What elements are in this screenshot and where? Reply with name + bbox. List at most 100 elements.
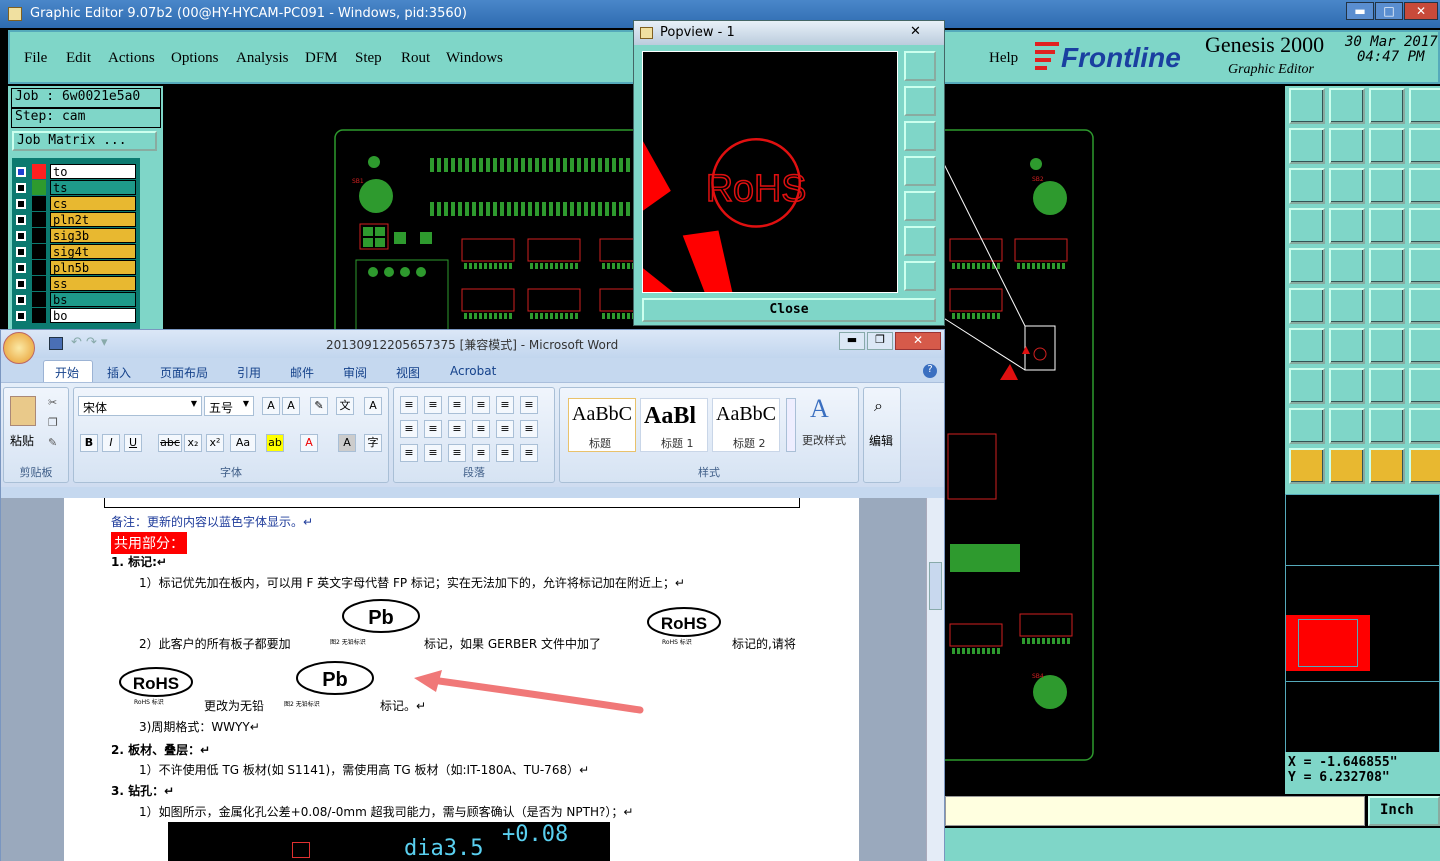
- char-border-button[interactable]: A: [364, 397, 382, 415]
- undo-icon[interactable]: ↶ ↷ ▾: [71, 335, 108, 350]
- word-close-button[interactable]: ✕: [895, 332, 941, 350]
- layer-checkbox[interactable]: [16, 215, 26, 225]
- tool-button[interactable]: [1409, 168, 1440, 204]
- layer-name[interactable]: pln5b: [50, 260, 136, 275]
- tab-acrobat[interactable]: Acrobat: [450, 364, 496, 378]
- layer-color-swatch[interactable]: [32, 260, 46, 275]
- layer-checkbox[interactable]: [16, 295, 26, 305]
- paragraph-button[interactable]: ≡: [496, 444, 514, 462]
- tool-button[interactable]: [1409, 128, 1440, 164]
- change-styles-label[interactable]: 更改样式: [802, 432, 846, 448]
- style-title[interactable]: AaBbC 标题: [568, 398, 636, 452]
- layer-name[interactable]: sig4t: [50, 244, 136, 259]
- layer-color-swatch[interactable]: [32, 228, 46, 243]
- tool-button[interactable]: [1409, 448, 1440, 484]
- tool-button[interactable]: [1409, 208, 1440, 244]
- layer-row[interactable]: ss: [16, 276, 138, 292]
- tool-button[interactable]: [1289, 408, 1325, 444]
- tool-button[interactable]: [1289, 128, 1325, 164]
- paragraph-button[interactable]: ≡: [400, 420, 418, 438]
- paragraph-button[interactable]: ≡: [472, 396, 490, 414]
- layer-color-swatch[interactable]: [32, 196, 46, 211]
- tool-button[interactable]: [1409, 328, 1440, 364]
- enclose-char-button[interactable]: 字: [364, 434, 382, 452]
- layer-name[interactable]: pln2t: [50, 212, 136, 227]
- menu-dfm[interactable]: DFM: [305, 50, 338, 67]
- word-minimize-button[interactable]: ▬: [839, 332, 865, 350]
- tool-button[interactable]: [1329, 368, 1365, 404]
- layer-color-swatch[interactable]: [32, 164, 46, 179]
- paragraph-button[interactable]: ≡: [400, 444, 418, 462]
- menu-edit[interactable]: Edit: [66, 50, 91, 67]
- paragraph-button[interactable]: ≡: [472, 444, 490, 462]
- underline-button[interactable]: U: [124, 434, 142, 452]
- layer-name[interactable]: ss: [50, 276, 136, 291]
- subscript-button[interactable]: x₂: [184, 434, 202, 452]
- layer-color-swatch[interactable]: [32, 212, 46, 227]
- tab-references[interactable]: 引用: [237, 364, 261, 381]
- clear-format-button[interactable]: ✎: [310, 397, 328, 415]
- layer-checkbox[interactable]: [16, 199, 26, 209]
- popview-zoom-button[interactable]: [904, 121, 936, 151]
- font-color-button[interactable]: A: [300, 434, 318, 452]
- styles-scroll[interactable]: [786, 398, 796, 452]
- layer-name[interactable]: bo: [50, 308, 136, 323]
- help-icon[interactable]: ?: [923, 364, 937, 378]
- phonetic-button[interactable]: 文: [336, 397, 354, 415]
- edit-label[interactable]: 编辑: [869, 432, 893, 449]
- paragraph-button[interactable]: ≡: [424, 420, 442, 438]
- popview-zoom-button[interactable]: [904, 191, 936, 221]
- layer-checkbox[interactable]: [16, 263, 26, 273]
- layer-row[interactable]: bs: [16, 292, 138, 308]
- minimize-button[interactable]: ▬: [1346, 2, 1374, 20]
- highlight-button[interactable]: ab: [266, 434, 284, 452]
- tool-button[interactable]: [1289, 208, 1325, 244]
- layer-row[interactable]: ts: [16, 180, 138, 196]
- close-window-button[interactable]: ✕: [1404, 2, 1438, 20]
- grow-font-button[interactable]: A: [262, 397, 280, 415]
- tab-view[interactable]: 视图: [396, 364, 420, 381]
- font-size-select[interactable]: 五号 ▼: [204, 396, 254, 416]
- layer-name[interactable]: sig3b: [50, 228, 136, 243]
- tool-button[interactable]: [1369, 248, 1405, 284]
- paragraph-button[interactable]: ≡: [448, 444, 466, 462]
- tool-button[interactable]: [1409, 368, 1440, 404]
- layer-checkbox[interactable]: [16, 247, 26, 257]
- layer-name[interactable]: ts: [50, 180, 136, 195]
- tool-button[interactable]: [1329, 448, 1365, 484]
- layer-row[interactable]: bo: [16, 308, 138, 324]
- style-heading2[interactable]: AaBbC 标题 2: [712, 398, 780, 452]
- tool-button[interactable]: [1289, 168, 1325, 204]
- layer-name[interactable]: bs: [50, 292, 136, 307]
- tool-button[interactable]: [1369, 208, 1405, 244]
- layer-name[interactable]: cs: [50, 196, 136, 211]
- style-heading1[interactable]: AaBl 标题 1: [640, 398, 708, 452]
- popview-canvas[interactable]: RoHS: [642, 51, 898, 293]
- tool-button[interactable]: [1369, 288, 1405, 324]
- char-shading-button[interactable]: A: [338, 434, 356, 452]
- tab-review[interactable]: 审阅: [343, 364, 367, 381]
- layer-checkbox[interactable]: [16, 279, 26, 289]
- layer-color-swatch[interactable]: [32, 308, 46, 323]
- layer-row[interactable]: to: [16, 164, 138, 180]
- tool-button[interactable]: [1369, 328, 1405, 364]
- paragraph-button[interactable]: ≡: [400, 396, 418, 414]
- layer-color-swatch[interactable]: [32, 244, 46, 259]
- layer-row[interactable]: sig3b: [16, 228, 138, 244]
- paragraph-button[interactable]: ≡: [472, 420, 490, 438]
- tool-button[interactable]: [1289, 368, 1325, 404]
- save-icon[interactable]: [49, 337, 63, 350]
- tool-button[interactable]: [1329, 408, 1365, 444]
- tool-button[interactable]: [1369, 368, 1405, 404]
- unit-selector[interactable]: Inch: [1368, 796, 1440, 826]
- change-case-button[interactable]: Aa: [230, 434, 256, 452]
- binoculars-icon[interactable]: ⌕: [874, 396, 883, 416]
- tab-layout[interactable]: 页面布局: [160, 364, 208, 381]
- paragraph-button[interactable]: ≡: [520, 396, 538, 414]
- menu-actions[interactable]: Actions: [108, 50, 155, 67]
- popview-close-x[interactable]: ✕: [910, 24, 921, 39]
- strikethrough-button[interactable]: abc: [158, 434, 182, 452]
- menu-windows[interactable]: Windows: [446, 50, 503, 67]
- superscript-button[interactable]: x²: [206, 434, 224, 452]
- tool-button[interactable]: [1409, 88, 1440, 124]
